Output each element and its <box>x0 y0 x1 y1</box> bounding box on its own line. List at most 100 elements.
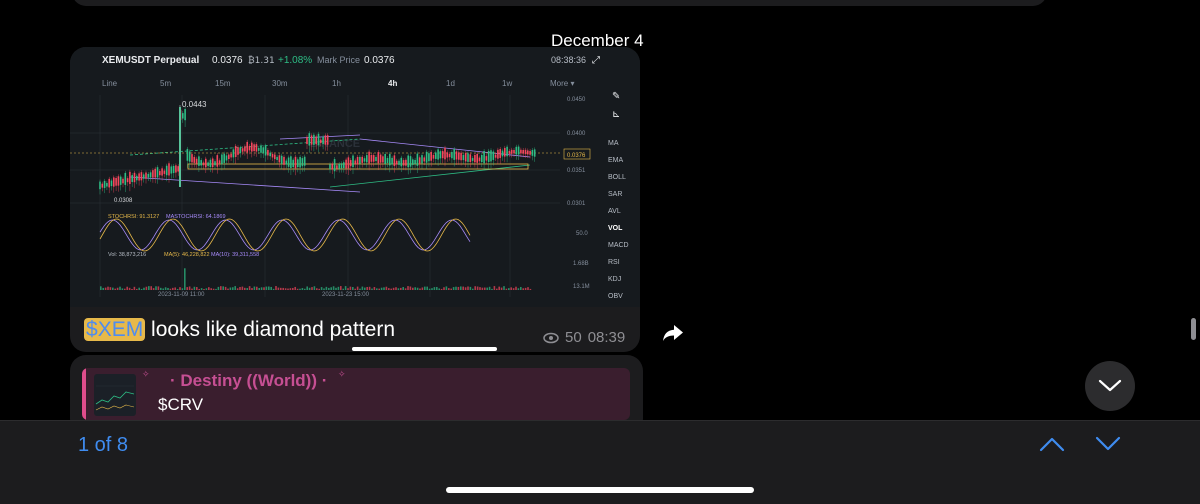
candle-body <box>448 153 451 158</box>
candle-body <box>389 153 391 166</box>
volume-bar <box>265 286 268 290</box>
volume-bar <box>220 286 222 290</box>
volume-bar <box>450 288 452 290</box>
volume-bar <box>510 287 512 290</box>
message-time: 08:39 <box>587 329 626 346</box>
volume-bar <box>280 287 282 290</box>
candle-body <box>343 162 345 169</box>
volume-bar <box>347 288 349 290</box>
volume-bar <box>203 288 205 290</box>
indicator-item: EMA <box>608 157 624 164</box>
cashtag-highlight[interactable]: $XEM <box>84 318 146 341</box>
candle-body <box>297 159 299 168</box>
volume-bar <box>287 288 289 290</box>
volume-bar <box>524 287 527 290</box>
candle-body <box>186 148 189 161</box>
volume-bar <box>426 286 428 290</box>
timeframe-tab: 5m <box>160 79 171 88</box>
candle-body <box>264 145 267 156</box>
chevron-up-icon <box>1039 437 1065 452</box>
timeframe-tab: 15m <box>215 79 231 88</box>
candle-body <box>136 175 138 181</box>
volume-bar <box>311 287 313 290</box>
candle-body <box>165 165 168 176</box>
image-scroll-handle[interactable] <box>352 347 497 351</box>
candle-body <box>209 159 212 167</box>
volume-bar <box>472 288 474 290</box>
candle-body <box>474 155 476 163</box>
candle-body <box>421 155 423 164</box>
volume-bar <box>294 286 296 290</box>
volume-bar <box>164 287 167 290</box>
volume-bar <box>253 286 256 290</box>
volume-bar <box>104 287 107 290</box>
ma10-label: MA(10): 39,311,558 <box>211 252 259 258</box>
candle-body <box>285 160 288 165</box>
volume-bar <box>361 286 364 290</box>
candle-body <box>425 151 428 163</box>
volume-bar <box>138 287 140 290</box>
volume-bar <box>107 286 109 290</box>
candle-body <box>172 165 175 174</box>
candle-body <box>400 157 403 167</box>
candle-body <box>476 153 478 163</box>
candle-body <box>276 156 278 160</box>
candle-body <box>257 147 260 151</box>
candle-body <box>372 155 375 162</box>
candle-body <box>462 154 465 161</box>
candle-body <box>441 151 444 159</box>
volume-bar <box>128 287 131 290</box>
volume-bar <box>359 288 361 290</box>
volume-bar <box>464 287 467 290</box>
candle-body <box>347 157 350 169</box>
volume-bar <box>145 286 148 290</box>
candle-body <box>140 172 143 181</box>
candle-body <box>248 145 251 151</box>
chart-svg: XEMUSDT Perpetual 0.0376 ₿1.31 +1.08% Ma… <box>70 47 640 307</box>
volume-bar <box>517 288 520 290</box>
candle-body <box>299 156 301 168</box>
volume-bar <box>152 288 155 290</box>
volume-bar <box>143 287 145 290</box>
share-forward-icon[interactable] <box>660 320 686 346</box>
chart-time: 08:38:36 <box>551 55 586 65</box>
candle-body <box>133 172 136 183</box>
candle-body <box>508 150 511 154</box>
chart-screenshot-image[interactable]: XEMUSDT Perpetual 0.0376 ₿1.31 +1.08% Ma… <box>70 47 640 307</box>
chevron-down-icon <box>1095 436 1121 451</box>
indicator-tool-icon: ⊾ <box>612 109 620 120</box>
candle-body <box>145 172 147 179</box>
candle-body <box>326 135 329 145</box>
sparkle-icon: ✧ <box>142 369 150 379</box>
high-label: 0.0443 <box>182 100 207 109</box>
scrollbar-indicator[interactable] <box>1191 318 1196 340</box>
chart-message-bubble[interactable]: XEMUSDT Perpetual 0.0376 ₿1.31 +1.08% Ma… <box>70 47 640 352</box>
scroll-to-bottom-button[interactable] <box>1085 361 1135 411</box>
volume-bar <box>126 286 128 290</box>
candle-body <box>262 147 265 154</box>
candle-body <box>237 147 239 155</box>
candle-body <box>168 163 170 176</box>
indicator-item: SAR <box>608 191 622 198</box>
volume-bar <box>179 287 181 290</box>
candle-body <box>382 156 384 163</box>
volume-bar <box>467 286 469 290</box>
volume-bar <box>172 287 174 290</box>
previous-result-button[interactable] <box>1038 434 1066 454</box>
candle-body <box>494 154 497 158</box>
volume-bar <box>198 288 200 290</box>
quoted-message[interactable]: ✧ · Destiny ((World)) · ✧ $CRV <box>82 368 630 420</box>
candle-body <box>152 170 154 178</box>
candle-body <box>527 150 529 155</box>
next-result-button[interactable] <box>1094 434 1122 454</box>
candle-body <box>117 176 120 186</box>
home-indicator[interactable] <box>446 487 754 493</box>
price-tick: 0.0351 <box>567 168 586 174</box>
candle-body <box>320 139 322 143</box>
candle-body <box>216 155 219 167</box>
views-count: 50 <box>565 329 582 346</box>
candle-body <box>274 154 276 160</box>
candle-body <box>221 154 223 165</box>
message-text: $XEM looks like diamond pattern <box>84 318 396 341</box>
candle-body <box>409 156 412 167</box>
